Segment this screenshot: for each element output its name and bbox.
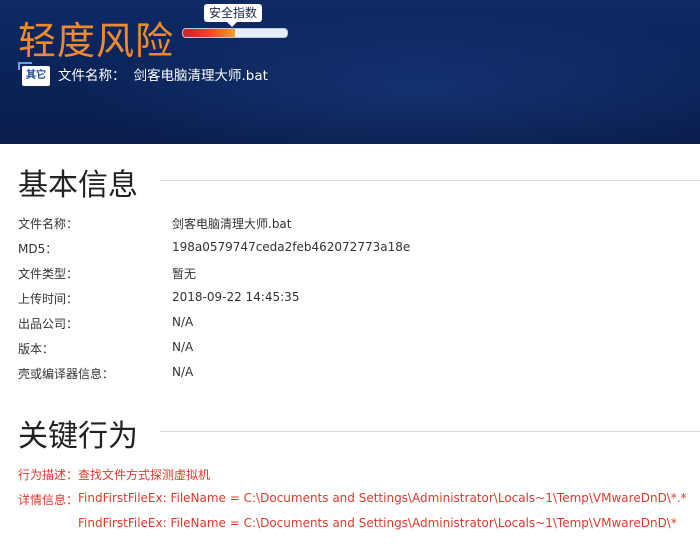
key-behavior-divider <box>160 431 700 432</box>
report-header: 轻度风险 安全指数 其它 文件名称： 剑客电脑清理大师.bat <box>0 0 700 144</box>
safety-index-fill <box>183 29 235 37</box>
header-file-name-value: 剑客电脑清理大师.bat <box>133 68 268 84</box>
key-behavior-title: 关键行为 <box>18 419 138 454</box>
info-value-upload-time: 2018-09-22 14:45:35 <box>172 290 300 304</box>
behavior-description-label: 行为描述： <box>18 468 79 482</box>
info-label-publisher: 出品公司： <box>18 317 79 331</box>
info-label-packer: 壳或编译器信息： <box>18 367 115 381</box>
info-value-md5: 198a0579747ceda2feb462072773a18e <box>172 240 411 254</box>
info-value-file-name: 剑客电脑清理大师.bat <box>172 217 292 231</box>
behavior-detail-label: 详情信息： <box>18 493 79 507</box>
info-label-file-name: 文件名称： <box>18 217 79 231</box>
info-value-version: N/A <box>172 340 194 354</box>
info-value-packer: N/A <box>172 365 194 379</box>
info-value-file-type: 暂无 <box>172 267 197 281</box>
info-label-md5: MD5： <box>18 242 58 256</box>
risk-level-title: 轻度风险 <box>18 19 175 63</box>
header-file-name: 文件名称： 剑客电脑清理大师.bat <box>58 66 268 86</box>
basic-info-divider <box>160 180 700 181</box>
info-label-upload-time: 上传时间： <box>18 292 79 306</box>
behavior-detail-line: FindFirstFileEx: FileName = C:\Documents… <box>78 491 687 505</box>
info-label-file-type: 文件类型： <box>18 267 79 281</box>
info-label-version: 版本： <box>18 342 55 356</box>
file-type-icon: 其它 <box>18 62 50 86</box>
safety-index-label: 安全指数 <box>204 4 262 27</box>
header-file-name-label: 文件名称： <box>58 68 126 84</box>
basic-info-title: 基本信息 <box>18 168 138 203</box>
behavior-detail-line: FindFirstFileEx: FileName = C:\Documents… <box>78 516 677 530</box>
behavior-description-value: 查找文件方式探测虚拟机 <box>78 468 211 482</box>
safety-index-bar <box>182 28 288 38</box>
info-value-publisher: N/A <box>172 315 194 329</box>
behavior-description: 行为描述：查找文件方式探测虚拟机 <box>18 466 210 483</box>
